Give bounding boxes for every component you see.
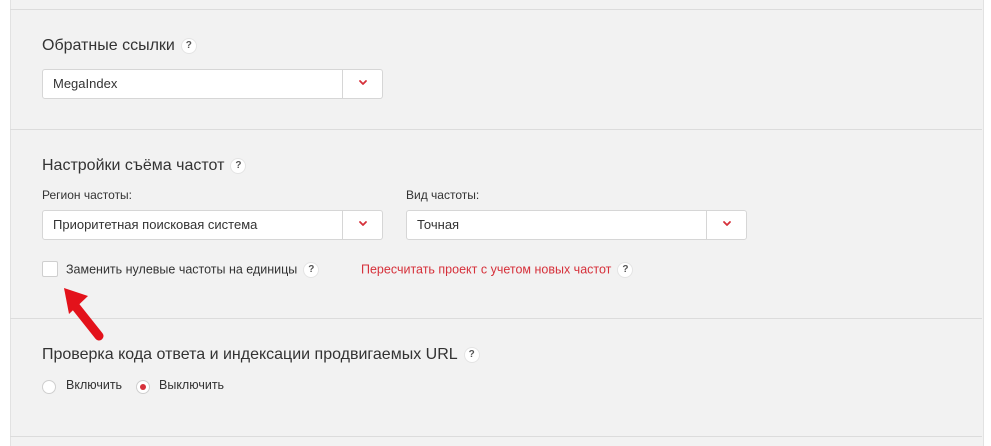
- radio-disable[interactable]: [136, 380, 150, 394]
- region-select[interactable]: Приоритетная поисковая система: [42, 210, 383, 240]
- region-select-value: Приоритетная поисковая система: [53, 217, 258, 232]
- help-icon[interactable]: ?: [303, 262, 320, 278]
- backlinks-title: Обратные ссылки?: [42, 37, 197, 55]
- red-arrow-icon: [64, 288, 104, 341]
- url-check-title-text: Проверка кода ответа и индексации продви…: [42, 346, 458, 363]
- type-select-value: Точная: [417, 217, 460, 232]
- help-icon[interactable]: ?: [617, 262, 634, 278]
- type-label: Вид частоты:: [406, 188, 480, 202]
- replace-zero-checkbox[interactable]: [42, 261, 58, 277]
- url-check-title: Проверка кода ответа и индексации продви…: [42, 346, 480, 364]
- radio-disable-label[interactable]: Выключить: [159, 378, 224, 392]
- type-select-toggle[interactable]: [706, 211, 746, 239]
- chevron-down-icon: [359, 221, 367, 226]
- backlinks-select-value: MegaIndex: [53, 76, 118, 91]
- backlinks-select-toggle[interactable]: [342, 70, 382, 98]
- help-icon[interactable]: ?: [463, 346, 480, 363]
- recalc-link-wrap: Пересчитать проект с учетом новых частот…: [361, 262, 634, 278]
- replace-zero-label-text[interactable]: Заменить нулевые частоты на единицы: [66, 262, 297, 276]
- radio-enable[interactable]: [42, 380, 56, 394]
- region-label: Регион частоты:: [42, 188, 133, 202]
- section-divider: [10, 318, 982, 319]
- recalc-project-link[interactable]: Пересчитать проект с учетом новых частот: [361, 262, 611, 276]
- chevron-down-icon: [723, 221, 731, 226]
- region-select-toggle[interactable]: [342, 211, 382, 239]
- help-icon[interactable]: ?: [180, 37, 197, 54]
- backlinks-title-text: Обратные ссылки: [42, 37, 175, 54]
- help-icon[interactable]: ?: [230, 157, 247, 174]
- backlinks-select[interactable]: MegaIndex: [42, 69, 383, 99]
- section-divider: [10, 129, 982, 130]
- section-divider: [10, 9, 982, 10]
- section-divider: [10, 436, 982, 437]
- replace-zero-label: Заменить нулевые частоты на единицы?: [66, 262, 320, 278]
- radio-enable-label[interactable]: Включить: [66, 378, 122, 392]
- frequency-title: Настройки съёма частот?: [42, 157, 247, 175]
- chevron-down-icon: [359, 80, 367, 85]
- type-select[interactable]: Точная: [406, 210, 747, 240]
- frequency-title-text: Настройки съёма частот: [42, 157, 225, 174]
